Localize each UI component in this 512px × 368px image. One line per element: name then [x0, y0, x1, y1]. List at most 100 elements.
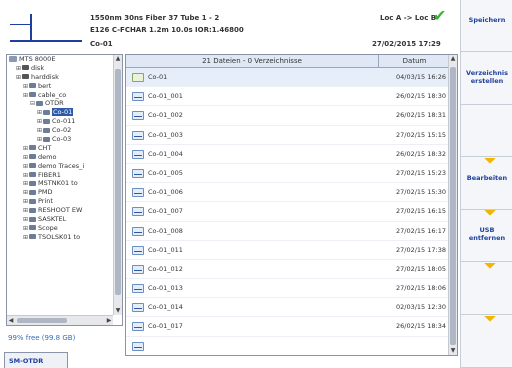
tree-item[interactable]: ⊞ FIBER1 [7, 171, 113, 180]
file-date: 27/02/15 16:17 [396, 226, 446, 235]
tree-item[interactable]: ⊞ Co-01 [7, 108, 113, 117]
scroll-right-icon[interactable]: ▶ [105, 316, 113, 325]
trace-wave-icon [134, 250, 142, 252]
tree-item[interactable]: ⊞ harddisk [7, 73, 113, 82]
tree-item[interactable]: ⊞ demo [7, 153, 113, 162]
tree-item-label: CHT [38, 143, 52, 152]
trace-wave-icon [134, 97, 142, 99]
trace-file-icon [132, 92, 144, 102]
file-name: Co-01 [148, 73, 168, 81]
trace-wave-icon [134, 193, 142, 195]
file-vertical-scrollbar[interactable]: ▲ ▼ [448, 55, 457, 355]
file-date: 27/02/15 17:38 [396, 245, 446, 254]
trace-wave-icon [134, 135, 142, 137]
tree-item[interactable]: ⊞ SASKTEL [7, 215, 113, 224]
tree-item-label: MSTNK01 to [38, 179, 78, 188]
file-row[interactable]: Co-01_002 26/02/15 18:31 [126, 106, 449, 126]
file-row[interactable]: Co-01 04/03/15 16:26 [126, 68, 449, 88]
tree-list: MTS 8000E ⊞ disk ⊞ harddisk ⊞ bert ⊞ cable_co ⊟ OT… [7, 55, 113, 315]
tree-item[interactable]: ⊞ Co-02 [7, 126, 113, 135]
file-list[interactable]: 21 Dateien - 0 Verzeichnisse Datum Co-01… [125, 54, 458, 356]
trace-wave-icon [134, 327, 142, 329]
file-name: Co-01_003 [148, 130, 183, 139]
folder-icon [29, 234, 36, 240]
tree-item[interactable]: ⊞ TSOLSK01 to [7, 233, 113, 242]
tree-item[interactable]: ⊞ CHT [7, 144, 113, 153]
tree-hscroll-thumb[interactable] [17, 318, 67, 323]
tree-item-label: TSOLSK01 to [38, 232, 81, 241]
file-row[interactable]: Co-01_013 27/02/15 18:06 [126, 279, 449, 299]
trace-file-icon [132, 130, 144, 140]
tree-item[interactable]: ⊞ Co-03 [7, 135, 113, 144]
tree-item-label: Co-02 [52, 126, 72, 135]
tree-scroll-thumb[interactable] [115, 69, 121, 295]
file-icon [132, 73, 144, 82]
column-header-date[interactable]: Datum [380, 55, 449, 68]
trace-file-icon [132, 341, 144, 351]
folder-icon [29, 216, 36, 222]
scroll-left-icon[interactable]: ◀ [7, 316, 15, 325]
softkey-5[interactable]: USB entfernen [461, 210, 512, 263]
tree-item[interactable]: ⊞ RESHOOT EW [7, 206, 113, 215]
softkey-7[interactable] [461, 316, 512, 368]
file-row[interactable]: Co-01_001 26/02/15 18:30 [126, 87, 449, 107]
trace-wave-icon [134, 212, 142, 214]
softkey-6[interactable] [461, 263, 512, 315]
file-row[interactable]: Co-01_006 27/02/15 15:30 [126, 183, 449, 203]
free-space-label: 99% free (99.8 GB) [8, 334, 76, 342]
file-row[interactable]: Co-01_014 02/03/15 12:30 [126, 298, 449, 318]
tree-item-label: disk [31, 63, 45, 72]
file-name: Co-01_005 [148, 168, 183, 177]
route-label: Loc A -> Loc B [380, 14, 437, 22]
tree-horizontal-scrollbar[interactable]: ◀ ▶ [7, 315, 113, 325]
tab-sm-otdr[interactable]: SM-OTDR [4, 352, 68, 368]
tree-item[interactable]: ⊞ bert [7, 82, 113, 91]
device-icon [9, 56, 17, 62]
current-file-id: Co-01 [90, 40, 113, 48]
tree-item[interactable]: ⊞ cable_co [7, 91, 113, 100]
tree-item-label: SASKTEL [38, 215, 67, 224]
softkey-4[interactable]: Bearbeiten [461, 158, 512, 210]
tree-vertical-scrollbar[interactable]: ▲ ▼ [113, 55, 122, 315]
file-row[interactable]: Co-01_003 27/02/15 15:15 [126, 126, 449, 145]
trace-file-icon [132, 284, 144, 294]
tree-item[interactable]: ⊞ PMD [7, 188, 113, 197]
tree-item[interactable]: ⊞ demo Traces_i [7, 162, 113, 171]
softkey-3[interactable] [461, 105, 512, 158]
file-row[interactable]: Co-01_005 27/02/15 15:23 [126, 164, 449, 184]
file-row[interactable]: Co-01_011 27/02/15 17:38 [126, 241, 449, 260]
file-row[interactable]: Co-01_008 27/02/15 16:17 [126, 222, 449, 241]
scroll-up-icon[interactable]: ▲ [449, 55, 457, 63]
tree-item-label: PMD [38, 188, 53, 197]
file-row[interactable] [126, 337, 449, 355]
tree-item-label: harddisk [31, 72, 59, 81]
tree-item[interactable]: ⊞ Scope [7, 224, 113, 233]
trace-file-icon [132, 111, 144, 121]
folder-tree[interactable]: MTS 8000E ⊞ disk ⊞ harddisk ⊞ bert ⊞ cable_co ⊟ OT… [6, 54, 123, 326]
tree-item[interactable]: ⊞ MSTNK01 to [7, 179, 113, 188]
tree-item[interactable]: ⊞ disk [7, 64, 113, 73]
file-row[interactable]: Co-01_017 26/02/15 18:34 [126, 317, 449, 337]
folder-icon [43, 136, 50, 142]
trace-file-icon [132, 264, 144, 274]
file-scroll-thumb[interactable] [450, 67, 456, 345]
softkey-2[interactable]: Verzeichnis erstellen [461, 53, 512, 105]
scroll-up-icon[interactable]: ▲ [114, 55, 122, 63]
folder-icon [29, 154, 36, 160]
file-row[interactable]: Co-01_012 27/02/15 18:05 [126, 260, 449, 280]
folder-icon [29, 83, 36, 89]
scroll-down-icon[interactable]: ▼ [114, 307, 122, 315]
file-row[interactable]: Co-01_004 26/02/15 18:32 [126, 145, 449, 164]
tree-item[interactable]: ⊞ Print [7, 197, 113, 206]
folder-icon [29, 180, 36, 186]
tree-item[interactable]: ⊞ Co-011 [7, 117, 113, 126]
scroll-down-icon[interactable]: ▼ [449, 347, 457, 355]
softkey-1[interactable]: Speichern [461, 0, 512, 52]
trace-header: 1550nm 30ns Fiber 37 Tube 1 - 2 E126 C-F… [0, 0, 460, 52]
tree-item[interactable]: MTS 8000E [7, 55, 113, 64]
column-header-name[interactable]: 21 Dateien - 0 Verzeichnisse [126, 55, 379, 68]
trace-wave-icon [134, 173, 142, 175]
tree-item-label: cable_co [38, 90, 67, 99]
file-row[interactable]: Co-01_007 27/02/15 16:15 [126, 202, 449, 222]
tree-item[interactable]: ⊟ OTDR [7, 99, 113, 108]
